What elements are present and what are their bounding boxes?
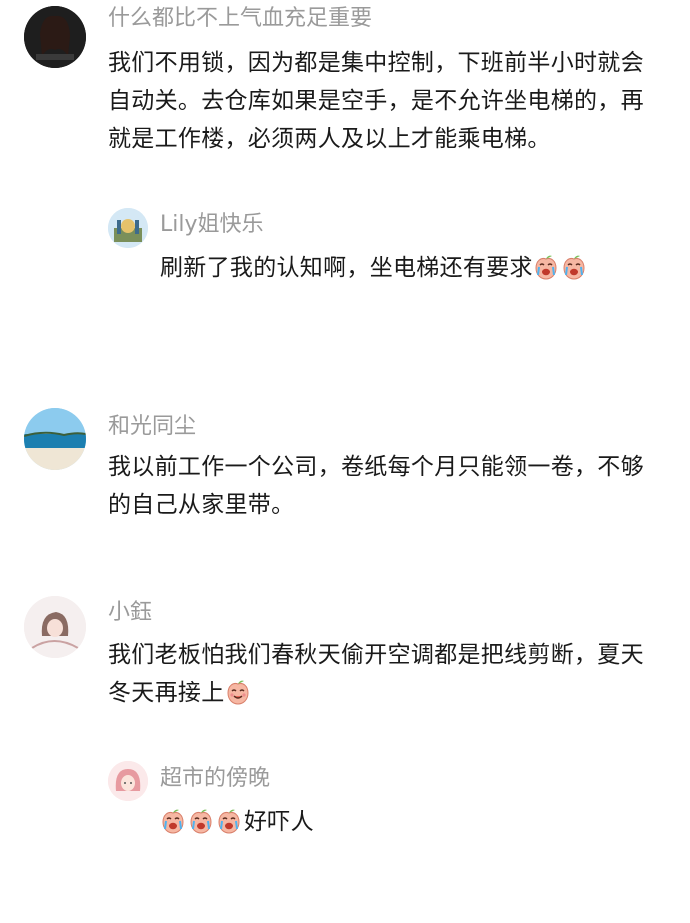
user-avatar[interactable] bbox=[24, 6, 86, 68]
comment-text: 我们不用锁，因为都是集中控制，下班前半小时就会 自动关。去仓库如果是空手，是不允… bbox=[108, 44, 668, 158]
comment-2: 和光同尘 我以前工作一个公司，卷纸每个月只能领一卷，不够 的自己从家里带。 bbox=[0, 400, 690, 530]
comment-line: 的自己从家里带。 bbox=[108, 492, 295, 518]
crying-emoji-icon bbox=[188, 808, 214, 834]
username[interactable]: 小鈺 bbox=[108, 598, 152, 628]
reply-2: 超市的傍晚 好吓人 bbox=[0, 755, 690, 865]
comment-line: 冬天再接上 bbox=[108, 674, 668, 712]
reply-text-content: 好吓人 bbox=[244, 809, 314, 835]
user-avatar[interactable] bbox=[24, 596, 86, 658]
username[interactable]: Lily姐快乐 bbox=[160, 210, 264, 240]
comment-text: 我们老板怕我们春秋天偷开空调都是把线剪断，夏天 冬天再接上 bbox=[108, 636, 668, 712]
user-avatar[interactable] bbox=[108, 208, 148, 248]
comment-3: 小鈺 我们老板怕我们春秋天偷开空调都是把线剪断，夏天 冬天再接上 bbox=[0, 590, 690, 720]
comment-line: 我们老板怕我们春秋天偷开空调都是把线剪断，夏天 bbox=[108, 642, 644, 668]
comment-1: 什么都比不上气血充足重要 我们不用锁，因为都是集中控制，下班前半小时就会 自动关… bbox=[0, 0, 690, 170]
comment-line: 自动关。去仓库如果是空手，是不允许坐电梯的，再 bbox=[108, 88, 644, 114]
comment-line: 我们不用锁，因为都是集中控制，下班前半小时就会 bbox=[108, 50, 644, 76]
username[interactable]: 超市的傍晚 bbox=[160, 764, 270, 794]
username[interactable]: 什么都比不上气血充足重要 bbox=[108, 4, 372, 34]
reply-text: 刷新了我的认知啊，坐电梯还有要求 bbox=[160, 249, 660, 287]
crying-emoji-icon bbox=[561, 254, 587, 280]
comment-line: 我以前工作一个公司，卷纸每个月只能领一卷，不够 bbox=[108, 454, 644, 480]
comment-text: 我以前工作一个公司，卷纸每个月只能领一卷，不够 的自己从家里带。 bbox=[108, 448, 668, 524]
comment-line-text: 冬天再接上 bbox=[108, 680, 225, 706]
user-avatar[interactable] bbox=[24, 408, 86, 470]
comment-line: 就是工作楼，必须两人及以上才能乘电梯。 bbox=[108, 126, 551, 152]
reply-text: 好吓人 bbox=[160, 803, 660, 841]
crying-emoji-icon bbox=[216, 808, 242, 834]
username[interactable]: 和光同尘 bbox=[108, 412, 196, 442]
smile-emoji-icon bbox=[225, 679, 251, 705]
user-avatar[interactable] bbox=[108, 761, 148, 801]
reply-1: Lily姐快乐 刷新了我的认知啊，坐电梯还有要求 bbox=[0, 200, 690, 310]
reply-text-content: 刷新了我的认知啊，坐电梯还有要求 bbox=[160, 255, 533, 281]
crying-emoji-icon bbox=[160, 808, 186, 834]
crying-emoji-icon bbox=[533, 254, 559, 280]
